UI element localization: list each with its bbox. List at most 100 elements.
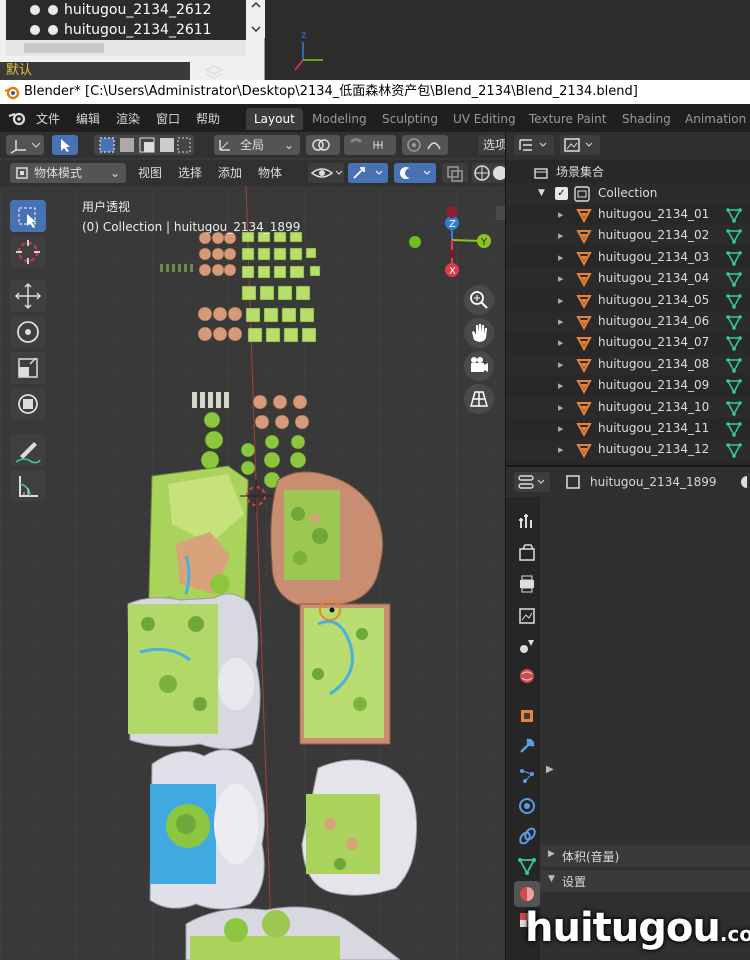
properties-tab-material[interactable]	[514, 881, 540, 907]
select-box-tool[interactable]	[10, 200, 46, 232]
menu-edit[interactable]: 编辑	[76, 110, 100, 127]
scale-tool[interactable]	[10, 352, 46, 384]
menu-select[interactable]: 选择	[178, 164, 202, 181]
transform-orientation-dropdown[interactable]: 全局 ⌄	[214, 135, 300, 155]
expand-arrow-icon[interactable]: ▸	[558, 290, 564, 311]
navigation-gizmo[interactable]: Z Y X	[400, 206, 500, 286]
properties-tab-view-layer[interactable]	[514, 603, 540, 629]
proportional-edit-group[interactable]	[402, 135, 448, 155]
properties-tab-constraints[interactable]	[514, 823, 540, 849]
sidebar-toggle[interactable]	[496, 206, 505, 220]
outliner-object-row[interactable]: ▸ huitugou_2134_08	[506, 353, 750, 375]
tab-texture-paint[interactable]: Texture Paint	[521, 108, 614, 130]
camera-dot-icon[interactable]	[48, 25, 58, 35]
3d-viewport[interactable]: 全局 ⌄ 选项 物体模式 ⌄ 视图 选择 添加 物体 用户透视 (0) Coll…	[0, 132, 505, 960]
outliner-object-row[interactable]: ▸ huitugou_2134_03	[506, 247, 750, 268]
outliner-object-row[interactable]: ▸ huitugou_2134_11	[506, 418, 750, 439]
collapsed-arrow-icon[interactable]: ▶	[546, 764, 554, 775]
select-tool-button[interactable]	[52, 135, 78, 155]
snapping-group[interactable]	[344, 135, 396, 155]
shading-mode-group[interactable]	[472, 163, 505, 183]
properties-tab-scene[interactable]	[514, 633, 540, 659]
blender-menu-icon[interactable]	[8, 110, 26, 126]
menu-add[interactable]: 添加	[218, 164, 242, 181]
overlay-toggle-button[interactable]	[394, 163, 436, 183]
mesh-data-icon[interactable]	[726, 335, 742, 352]
camera-view-button[interactable]	[464, 351, 494, 381]
mesh-data-icon[interactable]	[726, 357, 742, 373]
mesh-data-icon[interactable]	[726, 378, 742, 394]
outliner-object-row[interactable]: ▸ huitugou_2134_04	[506, 268, 750, 290]
outliner-object-row[interactable]: ▸ huitugou_2134_01	[506, 204, 750, 225]
expand-arrow-icon[interactable]: ▸	[558, 268, 564, 289]
mesh-data-icon[interactable]	[726, 228, 742, 245]
pan-button[interactable]	[464, 318, 494, 348]
perspective-toggle-button[interactable]	[464, 384, 494, 414]
mesh-data-icon[interactable]	[726, 400, 742, 416]
zoom-button[interactable]	[464, 285, 494, 315]
mesh-data-icon[interactable]	[726, 271, 742, 287]
mesh-data-icon[interactable]	[726, 207, 742, 223]
editor-type-button[interactable]	[6, 135, 44, 155]
tab-modeling[interactable]: Modeling	[304, 108, 375, 130]
outliner-object-row[interactable]: ▸ huitugou_2134_02	[506, 225, 750, 247]
transform-tool[interactable]	[10, 388, 46, 420]
expand-arrow-icon[interactable]: ▸	[558, 418, 564, 439]
stack-icon[interactable]	[204, 64, 224, 80]
move-tool[interactable]	[10, 280, 46, 312]
outliner-object-row[interactable]: ▸ huitugou_2134_10	[506, 396, 750, 418]
collection-row[interactable]: ▼ ✓ Collection	[506, 183, 750, 204]
properties-tab-output[interactable]	[514, 571, 540, 597]
expand-arrow-icon[interactable]: ▼	[538, 183, 545, 204]
tab-shading[interactable]: Shading	[614, 108, 679, 130]
expand-arrow-icon[interactable]: ▸	[558, 311, 564, 332]
properties-tab-world[interactable]	[514, 663, 540, 689]
xray-toggle-button[interactable]	[442, 163, 468, 183]
tab-animation[interactable]: Animation	[677, 108, 750, 130]
terrain-tile-4-selected[interactable]	[299, 599, 391, 745]
eye-icon[interactable]	[30, 5, 40, 15]
menu-help[interactable]: 帮助	[196, 110, 220, 127]
tab-layout[interactable]: Layout	[246, 108, 303, 130]
mesh-data-icon[interactable]	[726, 250, 742, 266]
expand-arrow-icon[interactable]: ▸	[558, 375, 564, 396]
display-mode-dropdown[interactable]	[514, 135, 554, 155]
outliner-object-row[interactable]: ▸ huitugou_2134_05	[506, 290, 750, 311]
properties-tab-object[interactable]	[514, 703, 540, 729]
filter-dropdown[interactable]	[560, 135, 600, 155]
cursor-tool[interactable]	[10, 236, 46, 268]
expand-arrow-icon[interactable]: ▸	[558, 332, 564, 353]
preset-dropdown[interactable]: 默认	[0, 62, 190, 80]
outliner-object-row[interactable]: ▸ huitugou_2134_09	[506, 375, 750, 396]
menu-object[interactable]: 物体	[258, 164, 282, 181]
collection-checkbox[interactable]: ✓	[555, 187, 568, 200]
options-button[interactable]: 选项	[478, 135, 505, 155]
visibility-dropdown[interactable]	[308, 163, 344, 183]
scrollbar[interactable]	[246, 0, 265, 38]
menu-window[interactable]: 窗口	[156, 110, 180, 127]
properties-tab-object-data-mesh[interactable]	[514, 853, 540, 879]
horizontal-scrollbar[interactable]	[6, 40, 246, 56]
scene-collection-row[interactable]: 场景集合	[506, 162, 750, 183]
list-item[interactable]: huitugou_2134_2611	[6, 20, 246, 40]
list-item[interactable]: huitugou_2134_2612	[6, 0, 246, 20]
menu-view[interactable]: 视图	[138, 164, 162, 181]
mesh-data-icon[interactable]	[726, 421, 742, 437]
expand-arrow-icon[interactable]: ▸	[558, 204, 564, 225]
outliner-object-row[interactable]: ▸ huitugou_2134_12	[506, 439, 750, 461]
panel-settings[interactable]: ▼ 设置	[540, 870, 750, 892]
terrain-tile-5[interactable]	[149, 749, 265, 910]
gizmo-toggle-button[interactable]	[348, 163, 388, 183]
expand-arrow-icon[interactable]: ▸	[558, 247, 564, 268]
rotate-tool[interactable]	[10, 316, 46, 348]
outliner-object-row[interactable]: ▸ huitugou_2134_07	[506, 332, 750, 353]
select-mode-group[interactable]	[94, 135, 194, 155]
properties-editor-dropdown[interactable]	[514, 472, 550, 492]
expand-arrow-icon[interactable]: ▸	[558, 354, 564, 375]
scroll-thumb[interactable]	[24, 43, 104, 53]
properties-tab-tool-settings[interactable]	[514, 507, 540, 533]
terrain-tile-6[interactable]	[301, 759, 418, 896]
annotate-tool[interactable]	[10, 434, 46, 466]
menu-render[interactable]: 渲染	[116, 110, 140, 127]
expand-arrow-icon[interactable]: ▸	[558, 439, 564, 460]
